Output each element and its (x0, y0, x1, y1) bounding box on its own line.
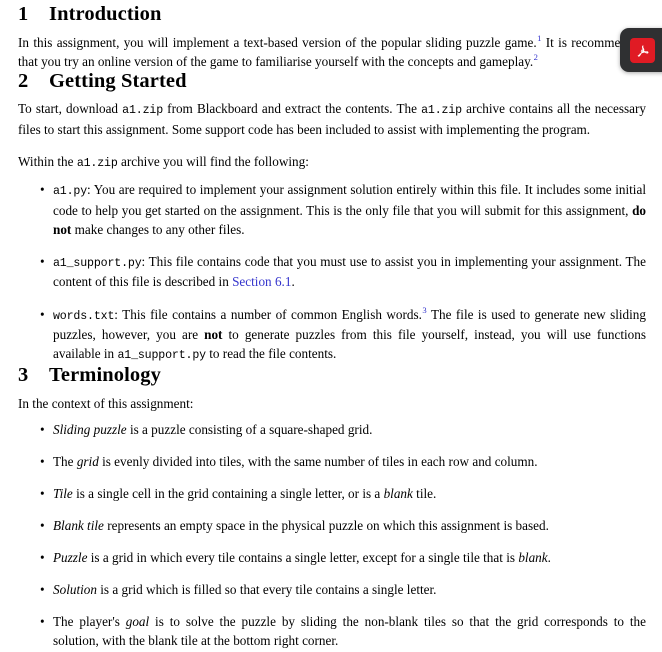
bullet-icon: • (40, 614, 45, 630)
heading-section-2: 2 Getting Started (18, 69, 646, 93)
term-grid: grid (76, 453, 99, 469)
term-blank-tile: Blank tile (53, 517, 104, 533)
terminology-list: • Sliding puzzle is a puzzle consisting o… (18, 420, 646, 651)
bullet-icon: • (40, 421, 45, 437)
file-name-a1py: a1.py (53, 184, 88, 198)
link-section-6-1[interactable]: Section 6.1 (232, 274, 291, 289)
list-item: • Blank tile represents an empty space in… (18, 516, 646, 535)
term-blank-tile-desc: represents an empty space in the physica… (103, 517, 549, 533)
wordstxt-text-d: to read the file contents. (205, 346, 337, 362)
term-puzzle: Puzzle (53, 549, 88, 565)
term-tile-desc-2: tile. (412, 485, 437, 501)
a1py-text-a: : You are required to implement your ass… (53, 181, 646, 218)
section-1-title: Introduction (49, 3, 162, 25)
a1support-text-a: : This file contains code that you must … (53, 253, 646, 290)
pdf-open-with-toast[interactable]: O (620, 28, 662, 72)
bullet-icon: • (40, 517, 45, 533)
a1py-text-b: make changes to any other files. (71, 221, 245, 237)
term-grid-prefix: The (53, 453, 77, 469)
section-2-number: 2 (18, 69, 29, 92)
s2-p1-text-b: from Blackboard and extract the contents… (163, 101, 422, 117)
wordstxt-text-a: : This file contains a number of common … (114, 306, 422, 322)
term-tile-desc: is a single cell in the grid containing … (72, 485, 384, 501)
section-2-title: Getting Started (49, 69, 187, 92)
document-page: 1 Introduction In this assignment, you wi… (0, 0, 662, 652)
term-tile-blank: blank (383, 485, 413, 501)
term-puzzle-blank: blank (518, 549, 548, 565)
s2-p2-text-b: archive you will find the following: (117, 154, 309, 170)
bullet-icon: • (40, 485, 45, 501)
document-content: 1 Introduction In this assignment, you wi… (18, 3, 646, 651)
file-name-wordstxt: words.txt (53, 309, 115, 323)
list-item: • Sliding puzzle is a puzzle consisting o… (18, 420, 646, 439)
bullet-icon: • (40, 181, 45, 197)
footnote-ref-2[interactable]: 2 (533, 52, 538, 62)
section-3-title: Terminology (49, 364, 161, 387)
adobe-acrobat-pdf-icon (630, 37, 655, 63)
s2-p1-code-a1zip-2: a1.zip (421, 104, 462, 118)
list-item: • words.txt: This file contains a number … (18, 305, 646, 366)
term-tile: Tile (53, 485, 73, 501)
list-item: • The grid is evenly divided into tiles, … (18, 452, 646, 471)
s2-p2-code-a1zip: a1.zip (76, 157, 118, 171)
term-sliding-puzzle: Sliding puzzle (53, 421, 127, 437)
list-item: • Puzzle is a grid in which every tile co… (18, 548, 646, 567)
list-item: • The player's goal is to solve the puzzl… (18, 612, 646, 650)
section-2-paragraph-1: To start, download a1.zip from Blackboar… (18, 99, 646, 139)
list-item: • Solution is a grid which is filled so t… (18, 580, 646, 599)
s2-p1-code-a1zip-1: a1.zip (122, 104, 164, 118)
wordstxt-code-a1support: a1_support.py (117, 349, 206, 363)
list-item: • a1.py: You are required to implement yo… (18, 180, 646, 239)
section-2-paragraph-2: Within the a1.zip archive you will find … (18, 152, 646, 173)
list-item: • a1_support.py: This file contains code … (18, 252, 646, 292)
section-3-number: 3 (18, 364, 29, 387)
section-2-file-list: • a1.py: You are required to implement yo… (18, 180, 646, 365)
section-1-number: 1 (18, 3, 29, 25)
list-item: • Tile is a single cell in the grid conta… (18, 484, 646, 503)
term-goal: goal (125, 614, 150, 630)
s2-p2-text-a: Within the (18, 154, 77, 170)
bullet-icon: • (40, 453, 45, 469)
term-solution-desc: is a grid which is filled so that every … (96, 582, 437, 598)
section-3-lead: In the context of this assignment: (18, 395, 194, 411)
term-solution: Solution (53, 582, 97, 598)
bullet-icon: • (40, 549, 45, 565)
s2-p1-text-a: To start, download (18, 101, 123, 117)
term-goal-prefix: The player's (53, 614, 126, 630)
bullet-icon: • (40, 582, 45, 598)
section-1-text-a: In this assignment, you will implement a… (18, 34, 537, 50)
wordstxt-emphasis: not (204, 327, 223, 343)
bullet-icon: • (40, 253, 45, 269)
term-grid-desc: is evenly divided into tiles, with the s… (98, 453, 538, 469)
heading-section-3: 3 Terminology (18, 364, 646, 387)
file-name-a1support: a1_support.py (53, 256, 142, 270)
section-1-paragraph: In this assignment, you will implement a… (18, 33, 646, 71)
term-sliding-puzzle-desc: is a puzzle consisting of a square-shape… (126, 421, 373, 437)
term-puzzle-desc: is a grid in which every tile contains a… (87, 549, 519, 565)
a1support-text-b: . (291, 274, 295, 290)
bullet-icon: • (40, 306, 45, 322)
term-puzzle-desc-2: . (547, 549, 551, 565)
heading-section-1: 1 Introduction (18, 3, 646, 26)
